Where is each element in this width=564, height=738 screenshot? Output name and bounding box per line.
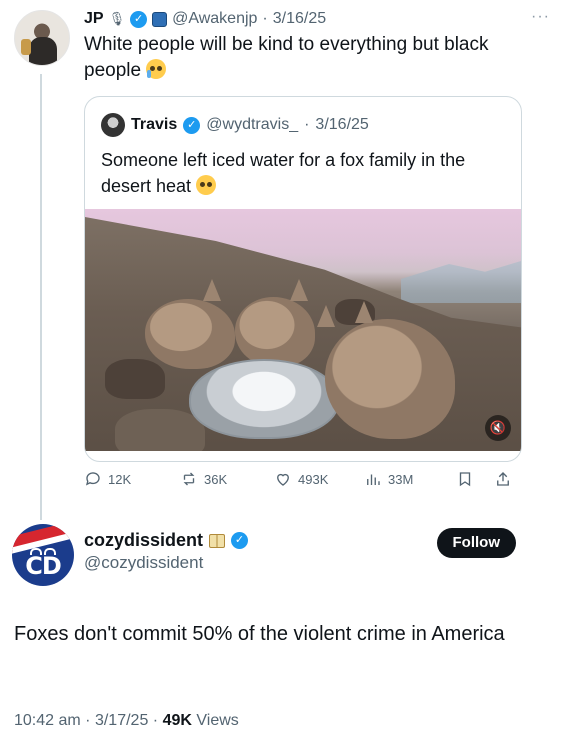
jp-avatar[interactable] [14, 10, 70, 66]
speaker-muted-icon[interactable]: 🔇 [485, 415, 511, 441]
reply-header: JP 🎙 ✓ @Awakenjp · 3/16/25 [84, 8, 550, 30]
dot-separator: · [152, 712, 163, 729]
reply-author-name[interactable]: JP [84, 8, 104, 30]
more-dots-icon[interactable]: ··· [531, 8, 550, 26]
bookmark-button[interactable] [456, 470, 474, 488]
name-glyph: 🎙 [108, 11, 126, 26]
tweet-time[interactable]: 10:42 am [14, 712, 81, 729]
tweet-date[interactable]: 3/17/25 [95, 712, 148, 729]
rock [115, 409, 205, 451]
quote-video-media[interactable]: 🔇 [85, 209, 521, 451]
repost-button[interactable]: 36K [180, 470, 227, 488]
main-user-info: cozydissident ✓ @cozydissident [84, 530, 249, 573]
bar-chart-icon [367, 474, 380, 485]
ice-water-bowl [189, 359, 339, 439]
fox-ear [290, 279, 308, 301]
reply-tweet: JP 🎙 ✓ @Awakenjp · 3/16/25 ··· White peo… [84, 8, 550, 84]
reply-count: 12K [108, 471, 132, 487]
main-author-name[interactable]: cozydissident [84, 530, 203, 551]
book-badge-icon [209, 533, 226, 548]
quote-header: Travis ✓ @wydtravis_ · 3/16/25 [101, 113, 369, 137]
reply-text-block: White people will be kind to everything … [84, 32, 504, 84]
verified-badge-icon: ✓ [183, 116, 201, 134]
avatar-text: CD [25, 552, 62, 580]
reply-handle[interactable]: @Awakenjp [172, 8, 257, 30]
bookmark-icon [459, 472, 471, 487]
affiliate-badge-icon [152, 11, 168, 27]
avatar-figure [29, 37, 57, 65]
tweet-views-count[interactable]: 49K [163, 712, 192, 729]
fox-ear [317, 305, 335, 327]
main-user-row: cozydissident ✓ [84, 530, 249, 551]
verified-badge-icon: ✓ [231, 532, 249, 549]
like-button[interactable]: 493K [274, 470, 328, 488]
loudly-crying-face-icon [146, 59, 167, 79]
pleading-face-icon [196, 175, 217, 195]
quote-text: Someone left iced water for a fox family… [101, 150, 466, 196]
reply-button[interactable]: 12K [84, 470, 131, 488]
main-handle[interactable]: @cozydissident [84, 553, 248, 573]
follow-button[interactable]: Follow [436, 528, 516, 558]
avatar-accent [21, 39, 31, 55]
repost-count: 36K [204, 471, 228, 487]
quote-date: 3/16/25 [315, 116, 369, 133]
views-count: 33M [388, 471, 414, 487]
repost-icon [183, 472, 195, 486]
fox-ear [203, 279, 221, 301]
engagement-bar: 12K 36K 493K 33M [84, 468, 522, 492]
reply-text: White people will be kind to everything … [84, 34, 489, 81]
main-tweet-text: Foxes don't commit 50% of the violent cr… [14, 623, 505, 645]
quoted-tweet-card[interactable]: Travis ✓ @wydtravis_ · 3/16/25 Someone l… [84, 96, 522, 462]
share-icon [497, 472, 509, 486]
fox-left [145, 299, 235, 369]
tweet-meta: 10:42 am · 3/17/25 · 49K Views [14, 712, 239, 730]
reply-icon [85, 472, 100, 486]
quote-author-name: Travis [131, 116, 178, 133]
dot-separator: · [304, 116, 310, 133]
travis-avatar [101, 113, 125, 137]
quote-text-block: Someone left iced water for a fox family… [101, 147, 501, 199]
heart-icon [277, 473, 289, 486]
tweet-views-label: Views [196, 712, 239, 729]
like-count: 493K [298, 471, 329, 487]
fox-middle [235, 297, 315, 367]
reply-date[interactable]: 3/16/25 [273, 8, 326, 30]
thread-connector-line [40, 74, 42, 520]
dot-separator: · [85, 712, 95, 729]
cozydissident-avatar[interactable]: CD [12, 524, 74, 586]
fox-right [325, 319, 455, 439]
views-button[interactable]: 33M [364, 470, 413, 488]
share-button[interactable] [494, 470, 512, 488]
distant-mountain [401, 261, 521, 303]
dot-separator: · [262, 10, 268, 27]
rock [105, 359, 165, 399]
quote-handle: @wydtravis_ [206, 116, 299, 133]
verified-badge-icon: ✓ [130, 10, 148, 28]
fox-ear [355, 301, 373, 323]
